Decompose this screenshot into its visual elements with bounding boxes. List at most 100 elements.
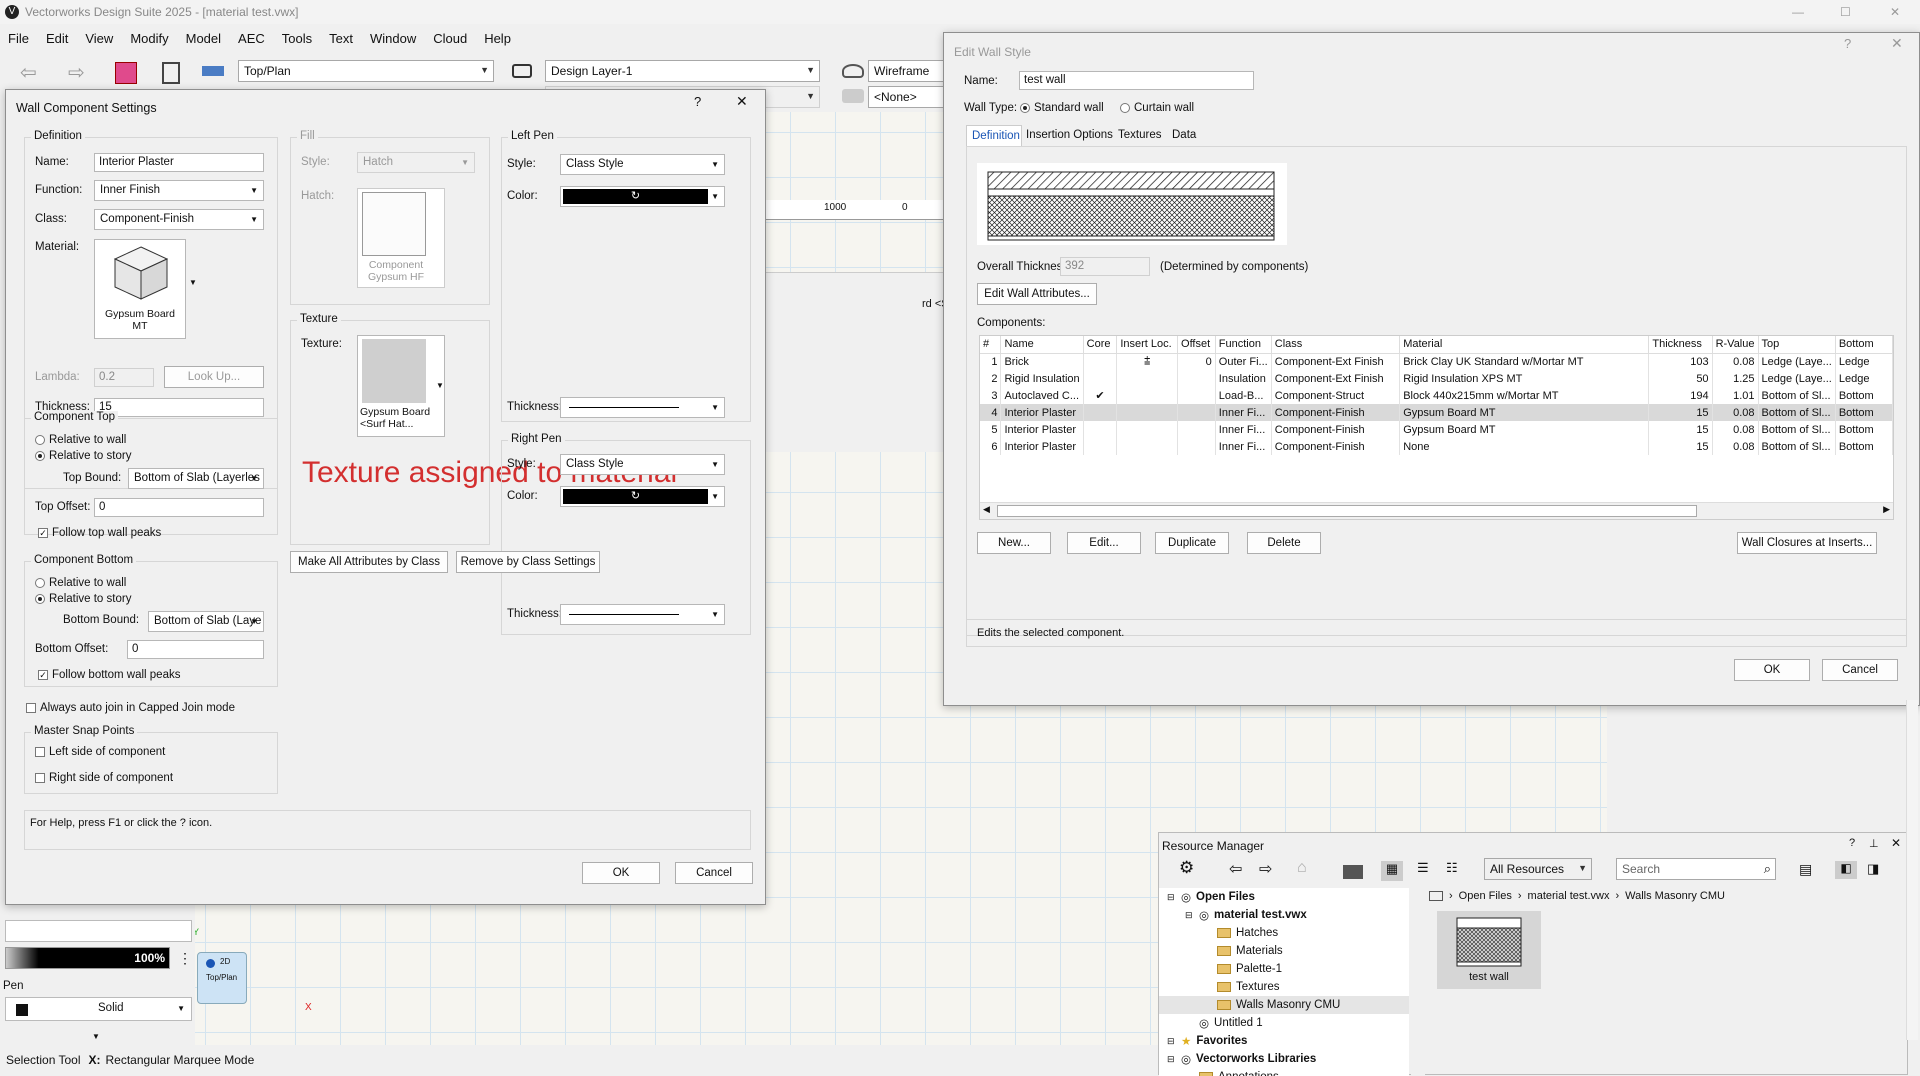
view-select[interactable]: Top/Plan ▼	[238, 60, 494, 82]
folder-icon[interactable]	[1343, 865, 1363, 879]
scroll-right-icon[interactable]: ▶	[1883, 504, 1890, 515]
window-close-button[interactable]: ✕	[1890, 5, 1900, 19]
forward-icon[interactable]: ⇨	[1259, 859, 1272, 879]
right-pen-thickness-select[interactable]: ▼	[560, 604, 725, 625]
panel-right-icon[interactable]: ◨	[1867, 861, 1879, 877]
name-field[interactable]: test wall	[1019, 71, 1254, 90]
menu-window[interactable]: Window	[370, 31, 416, 46]
texture-dropdown-icon[interactable]: ▼	[436, 381, 444, 390]
tree-item[interactable]: Materials	[1159, 942, 1409, 960]
fill-style-select[interactable]: Hatch ▼	[357, 152, 475, 173]
lambda-field[interactable]: 0.2	[94, 368, 154, 387]
bottom-relative-wall-radio[interactable]: Relative to wall	[35, 577, 126, 589]
material-swatch[interactable]: Gypsum Board MT	[94, 239, 186, 339]
column-header[interactable]: R-Value	[1712, 336, 1759, 354]
tree-scrollbar[interactable]	[1411, 888, 1425, 1076]
expand-toggle-icon[interactable]: ⊟	[1185, 910, 1195, 921]
column-header[interactable]: Function	[1215, 336, 1272, 354]
cancel-button[interactable]: Cancel	[1822, 659, 1898, 681]
breadcrumb-file[interactable]: material test.vwx	[1528, 890, 1610, 902]
column-header[interactable]: Thickness	[1648, 336, 1713, 354]
layout-icon[interactable]: ▤	[1799, 861, 1812, 878]
tab-definition[interactable]: Definition	[966, 125, 1022, 147]
ok-button[interactable]: OK	[1734, 659, 1810, 681]
left-pen-color-select[interactable]: ↻ ▼	[560, 186, 725, 207]
expand-icon[interactable]: ▼	[92, 1032, 100, 1041]
resource-filter-select[interactable]: All Resources ▼	[1484, 858, 1592, 880]
edit-component-button[interactable]: Edit...	[1067, 532, 1141, 554]
help-icon[interactable]: ?	[694, 94, 701, 109]
texture-swatch[interactable]: Gypsum Board <Surf Hat...	[357, 335, 445, 437]
back-arrow-icon[interactable]: ⇦	[20, 60, 37, 85]
table-row[interactable]: 3 Autoclaved C... ✔ Load-B... Component-Stru…	[980, 387, 1893, 404]
ok-button[interactable]: OK	[582, 862, 660, 884]
class-icon[interactable]	[842, 89, 864, 103]
minimize-button[interactable]: —	[1792, 5, 1804, 19]
hatch-swatch[interactable]: Component Gypsum HF	[357, 188, 445, 288]
help-icon[interactable]: ?	[1849, 837, 1855, 849]
table-row[interactable]: 5 Interior Plaster Inner Fi... Component-Fi…	[980, 421, 1893, 438]
expand-toggle-icon[interactable]: ⊟	[1167, 892, 1177, 903]
left-pen-style-select[interactable]: Class Style ▼	[560, 154, 725, 175]
gear-icon[interactable]: ⚙	[1179, 858, 1194, 878]
tree-item[interactable]: Walls Masonry CMU	[1159, 996, 1409, 1014]
tab-data[interactable]: Data	[1172, 129, 1196, 141]
table-row[interactable]: 4 Interior Plaster Inner Fi... Component-Fi…	[980, 404, 1893, 421]
right-edge-scrollbar[interactable]	[1906, 700, 1918, 1040]
tree-item[interactable]: Hatches	[1159, 924, 1409, 942]
bottom-offset-field[interactable]: 0	[127, 640, 264, 659]
lookup-button[interactable]: Look Up...	[164, 366, 264, 388]
close-icon[interactable]: ✕	[1891, 35, 1903, 52]
wall-closures-button[interactable]: Wall Closures at Inserts...	[1737, 532, 1877, 554]
breadcrumb-folder[interactable]: Walls Masonry CMU	[1625, 890, 1725, 902]
layer-select[interactable]: Design Layer-1 ▼	[545, 60, 820, 82]
fill-field[interactable]	[5, 920, 192, 942]
breadcrumb-open-files[interactable]: Open Files	[1459, 890, 1512, 902]
class-select[interactable]: Component-Finish ▼	[94, 209, 264, 230]
right-pen-color-select[interactable]: ↻ ▼	[560, 486, 725, 507]
tree-item[interactable]: Textures	[1159, 978, 1409, 996]
make-all-by-class-button[interactable]: Make All Attributes by Class	[290, 551, 448, 573]
cancel-button[interactable]: Cancel	[675, 862, 753, 884]
remove-by-class-button[interactable]: Remove by Class Settings	[456, 551, 600, 573]
forward-arrow-icon[interactable]: ⇨	[68, 60, 85, 85]
expand-toggle-icon[interactable]: ⊟	[1167, 1036, 1177, 1047]
save-view-icon[interactable]	[115, 62, 137, 84]
delete-component-button[interactable]: Delete	[1247, 532, 1321, 554]
detail-view-icon[interactable]: ☷	[1446, 860, 1458, 876]
duplicate-component-button[interactable]: Duplicate	[1155, 532, 1229, 554]
table-row[interactable]: 6 Interior Plaster Inner Fi... Component-Fi…	[980, 438, 1893, 455]
column-header[interactable]: #	[980, 336, 1002, 354]
layers-icon[interactable]	[512, 64, 532, 78]
auto-join-checkbox[interactable]: Always auto join in Capped Join mode	[26, 702, 235, 714]
column-header[interactable]: Bottom	[1835, 336, 1893, 354]
horizontal-scrollbar[interactable]: ◀ ▶	[980, 502, 1893, 519]
tab-textures[interactable]: Textures	[1118, 129, 1161, 141]
page-setup-icon[interactable]	[162, 62, 180, 84]
tree-item[interactable]: ⊟ ◎ material test.vwx	[1159, 906, 1409, 924]
snap-right-checkbox[interactable]: Right side of component	[35, 772, 173, 784]
table-row[interactable]: 2 Rigid Insulation Insulation Component-Ext…	[980, 370, 1893, 387]
curtain-wall-radio[interactable]: Curtain wall	[1120, 102, 1194, 114]
tree-item[interactable]: ⊟ ◎ Vectorworks Libraries	[1159, 1050, 1409, 1068]
column-header[interactable]: Core	[1083, 336, 1118, 354]
column-header[interactable]: Material	[1399, 336, 1650, 354]
menu-modify[interactable]: Modify	[130, 31, 168, 46]
follow-top-checkbox[interactable]: ✓ Follow top wall peaks	[38, 527, 161, 539]
menu-cloud[interactable]: Cloud	[433, 31, 467, 46]
left-pen-thickness-select[interactable]: ▼	[560, 397, 725, 418]
panel-left-icon[interactable]: ◧	[1835, 861, 1857, 879]
close-icon[interactable]: ✕	[1891, 836, 1901, 850]
column-header[interactable]: Offset	[1177, 336, 1216, 354]
pin-icon[interactable]: ⊥	[1869, 837, 1879, 850]
view-icon[interactable]	[202, 66, 224, 76]
menu-view[interactable]: View	[85, 31, 113, 46]
column-header[interactable]: Name	[1000, 336, 1084, 354]
column-header[interactable]: Top	[1758, 336, 1836, 354]
scroll-left-icon[interactable]: ◀	[983, 504, 990, 515]
scrollbar-thumb[interactable]	[997, 505, 1697, 517]
tab-insertion-options[interactable]: Insertion Options	[1026, 129, 1113, 141]
resource-thumbnail[interactable]: test wall	[1437, 911, 1541, 989]
list-view-icon[interactable]: ☰	[1417, 860, 1429, 876]
thickness-field[interactable]: 15	[94, 398, 264, 417]
